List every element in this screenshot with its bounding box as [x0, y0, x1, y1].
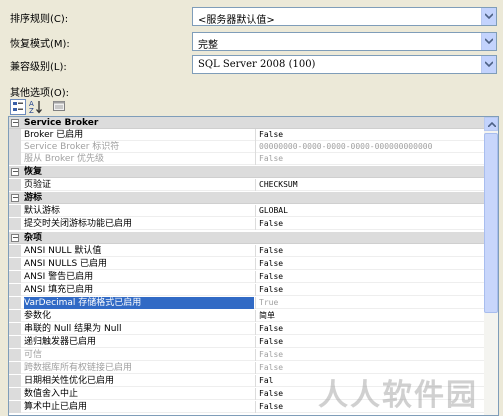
property-row[interactable]: 服从 Broker 优先级 False [9, 153, 485, 165]
property-row[interactable]: 提交时关闭游标功能已启用 False [9, 218, 485, 230]
property-value[interactable]: False [255, 245, 483, 257]
property-row[interactable]: ANSI 警告已启用 False [9, 271, 485, 283]
collation-dropdown[interactable]: <服务器默认值> [192, 7, 497, 26]
property-value[interactable]: False [255, 349, 483, 361]
category-row-service-broker[interactable]: − Service Broker [9, 117, 485, 129]
category-row-cursor[interactable]: − 游标 [9, 192, 485, 204]
property-name: Service Broker 标识符 [24, 142, 120, 152]
category-row-recovery[interactable]: − 恢复 [9, 166, 485, 178]
compatibility-level-value: SQL Server 2008 (100) [198, 59, 316, 70]
property-value[interactable]: GLOBAL [255, 205, 483, 217]
property-name: 串联的 Null 结果为 Null [24, 324, 122, 334]
property-value[interactable]: 简单 [255, 310, 483, 322]
other-options-label: 其他选项(O): [10, 88, 70, 99]
property-value[interactable]: False [255, 153, 483, 165]
collapse-icon[interactable]: − [11, 234, 19, 242]
recovery-model-row: 恢复模式(M): 完整 [0, 31, 503, 52]
property-pages-icon[interactable] [52, 99, 68, 115]
property-name: 数值舍入中止 [24, 389, 79, 399]
collapse-icon[interactable]: − [11, 168, 19, 176]
property-row[interactable]: ANSI NULLS 已启用 False [9, 258, 485, 270]
category-label: 恢复 [24, 167, 43, 177]
property-name: 算术中止已启用 [24, 402, 88, 412]
property-name: ANSI NULLS 已启用 [24, 259, 108, 269]
property-row[interactable]: 默认游标 GLOBAL [9, 205, 485, 217]
chevron-down-icon[interactable] [481, 56, 496, 73]
watermark: 人人软件园 [318, 378, 478, 413]
category-row-misc[interactable]: − 杂项 [9, 232, 485, 244]
property-name: ANSI 填充已启用 [24, 285, 94, 295]
property-name: 默认游标 [24, 206, 61, 216]
category-label: 游标 [24, 193, 43, 203]
chevron-down-icon[interactable] [481, 8, 496, 25]
property-row[interactable]: 串联的 Null 结果为 Null False [9, 323, 485, 335]
recovery-model-dropdown[interactable]: 完整 [192, 32, 497, 51]
property-row[interactable]: 可信 False [9, 349, 485, 361]
recovery-model-label: 恢复模式(M): [10, 39, 70, 50]
property-row[interactable]: ANSI 填充已启用 False [9, 284, 485, 296]
collation-label: 排序规则(C): [10, 14, 69, 25]
property-row[interactable]: ANSI NULL 默认值 False [9, 245, 485, 257]
property-name: 参数化 [24, 311, 52, 321]
category-label: 杂项 [24, 233, 43, 243]
collapse-icon[interactable]: − [11, 194, 19, 202]
chevron-down-icon[interactable] [481, 33, 496, 50]
property-name: 日期相关性优化已启用 [24, 376, 115, 386]
property-name: 页验证 [24, 180, 52, 190]
collation-row: 排序规则(C): <服务器默认值> [0, 6, 503, 27]
scrollbar-thumb[interactable] [484, 133, 498, 313]
property-name: ANSI 警告已启用 [24, 272, 94, 282]
property-row[interactable]: 递归触发器已启用 False [9, 336, 485, 348]
property-value[interactable]: 00000000-0000-0000-0000-000000000000 [255, 141, 483, 153]
compatibility-level-label: 兼容级别(L): [10, 62, 67, 73]
property-value[interactable]: False [255, 336, 483, 348]
recovery-model-value: 完整 [198, 40, 218, 51]
alphabetical-icon[interactable]: A Z [28, 99, 44, 115]
property-name: 递归触发器已启用 [24, 337, 97, 347]
property-name: Broker 已启用 [24, 130, 84, 140]
compatibility-level-dropdown[interactable]: SQL Server 2008 (100) [192, 55, 497, 74]
property-name: VarDecimal 存储格式已启用 [24, 297, 254, 309]
property-value[interactable]: False [255, 323, 483, 335]
property-name: 可信 [24, 350, 43, 360]
property-value[interactable]: CHECKSUM [255, 179, 483, 191]
property-value[interactable]: True [255, 297, 483, 309]
property-value[interactable]: False [255, 218, 483, 230]
collapse-icon[interactable]: − [11, 119, 19, 127]
category-label: Service Broker [24, 118, 99, 128]
property-value[interactable]: False [255, 284, 483, 296]
property-row[interactable]: 参数化 简单 [9, 310, 485, 322]
property-value[interactable]: False [255, 271, 483, 283]
collation-value: <服务器默认值> [198, 15, 275, 26]
property-row[interactable]: 页验证 CHECKSUM [9, 179, 485, 191]
property-row[interactable]: Service Broker 标识符 00000000-0000-0000-00… [9, 141, 485, 153]
property-value[interactable]: False [255, 258, 483, 270]
vertical-scrollbar[interactable] [484, 117, 498, 415]
property-name: 跨数据库所有权链接已启用 [24, 363, 133, 373]
svg-text:Z: Z [29, 107, 34, 115]
property-name: 服从 Broker 优先级 [24, 154, 105, 164]
property-row-selected[interactable]: VarDecimal 存储格式已启用 True [9, 297, 485, 309]
property-value[interactable]: False [255, 129, 483, 141]
categorized-icon[interactable] [10, 99, 26, 115]
scroll-up-icon[interactable] [484, 117, 498, 131]
compatibility-level-row: 兼容级别(L): SQL Server 2008 (100) [0, 54, 503, 75]
property-row[interactable]: Broker 已启用 False [9, 129, 485, 141]
property-name: ANSI NULL 默认值 [24, 246, 102, 256]
property-name: 提交时关闭游标功能已启用 [24, 219, 133, 229]
